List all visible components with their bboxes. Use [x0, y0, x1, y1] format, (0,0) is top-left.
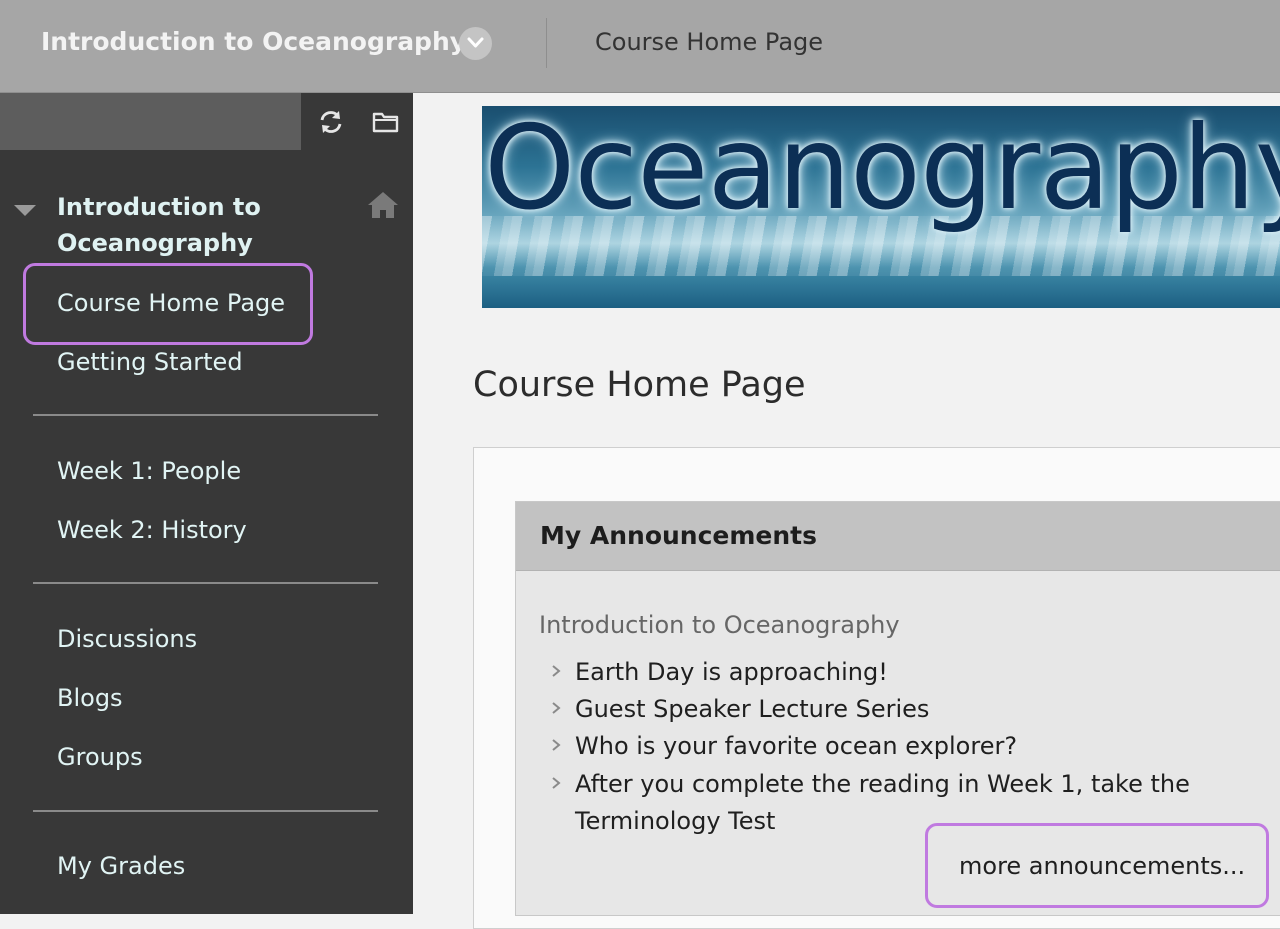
- course-menu-button[interactable]: [459, 27, 492, 60]
- module-title: My Announcements: [540, 521, 818, 550]
- announcement-link[interactable]: Guest Speaker Lecture Series: [575, 691, 1205, 728]
- folder-view-button[interactable]: [371, 107, 401, 137]
- chevron-right-icon: [552, 665, 561, 677]
- highlight-more-announcements: [925, 823, 1269, 908]
- collapse-toggle[interactable]: [14, 202, 36, 221]
- refresh-button[interactable]: [316, 107, 346, 137]
- sidebar-item-my-grades[interactable]: My Grades: [57, 849, 185, 883]
- page-title: Course Home Page: [473, 365, 806, 405]
- menu-divider: [33, 582, 378, 584]
- breadcrumb: Course Home Page: [595, 28, 824, 56]
- chevron-down-icon: [467, 37, 484, 48]
- course-banner: Oceanography: [482, 106, 1280, 308]
- chevron-right-icon: [552, 739, 561, 751]
- sidebar-item-week-1[interactable]: Week 1: People: [57, 454, 241, 488]
- announcement-link[interactable]: Earth Day is approaching!: [575, 654, 1205, 691]
- chevron-right-icon: [552, 702, 561, 714]
- course-menu-sidebar: Introduction to Oceanography Course Home…: [0, 93, 413, 914]
- folder-icon: [372, 112, 399, 133]
- sidebar-item-discussions[interactable]: Discussions: [57, 622, 197, 656]
- menu-divider: [33, 810, 378, 812]
- module-header: My Announcements: [516, 502, 1280, 571]
- header-divider: [546, 18, 547, 68]
- sidebar-item-week-2[interactable]: Week 2: History: [57, 513, 247, 547]
- announcement-link[interactable]: Who is your favorite ocean explorer?: [575, 728, 1205, 765]
- sidebar-item-groups[interactable]: Groups: [57, 740, 143, 774]
- chevron-right-icon: [552, 777, 561, 789]
- sidebar-item-course-home-page[interactable]: Course Home Page: [57, 286, 285, 320]
- refresh-icon: [320, 111, 342, 133]
- top-header: Introduction to Oceanography Course Home…: [0, 0, 1280, 93]
- sidebar-toolbar: [0, 93, 301, 150]
- announcement-course: Introduction to Oceanography: [539, 611, 900, 639]
- course-title[interactable]: Introduction to Oceanography: [41, 24, 466, 60]
- home-icon[interactable]: [367, 191, 399, 223]
- menu-course-title[interactable]: Introduction to Oceanography: [57, 189, 357, 261]
- menu-divider: [33, 414, 378, 416]
- sidebar-item-getting-started[interactable]: Getting Started: [57, 345, 243, 379]
- triangle-down-icon: [14, 205, 36, 216]
- sidebar-item-blogs[interactable]: Blogs: [57, 681, 123, 715]
- banner-text: Oceanography: [484, 106, 1280, 236]
- main-content: Oceanography Course Home Page My Announc…: [413, 93, 1280, 929]
